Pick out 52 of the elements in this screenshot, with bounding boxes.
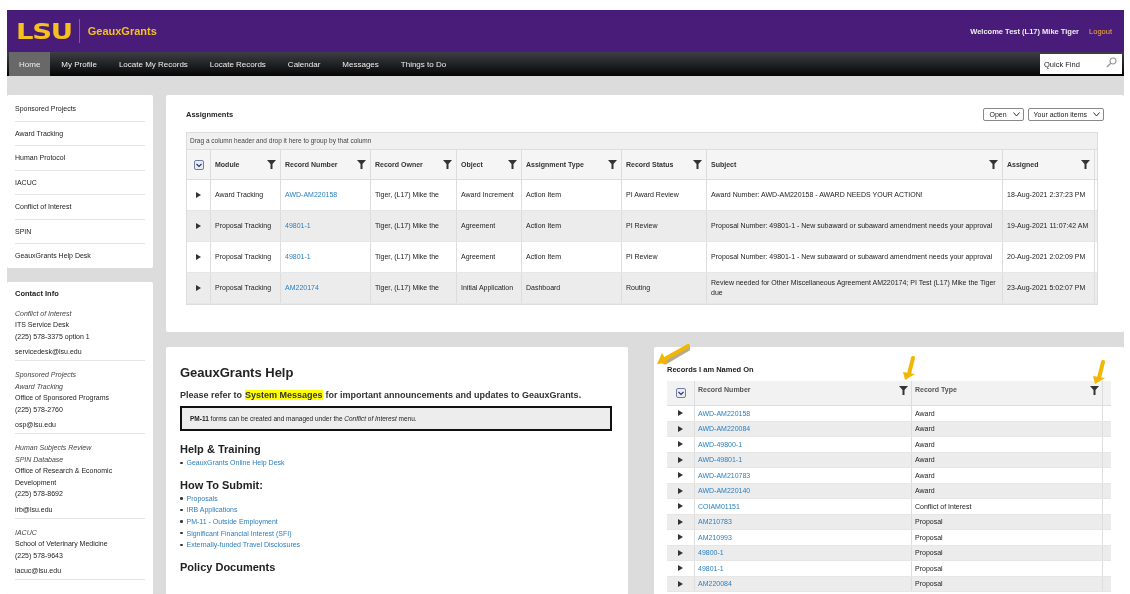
nav-tab[interactable]: Calendar — [276, 52, 332, 76]
filter-icon[interactable] — [989, 160, 998, 169]
arrow-icon — [654, 344, 690, 368]
expand-icon[interactable] — [678, 565, 683, 572]
filter-icon[interactable] — [1081, 160, 1090, 169]
nav-tab[interactable]: Things to Do — [389, 52, 458, 76]
expand-icon[interactable] — [678, 472, 683, 479]
filter-icon[interactable] — [693, 160, 702, 169]
filter-icon[interactable] — [899, 386, 908, 395]
expand-icon[interactable] — [678, 441, 683, 448]
filter-icon[interactable] — [267, 160, 276, 169]
expand-icon[interactable] — [678, 410, 683, 417]
expand-icon[interactable] — [678, 549, 683, 556]
help-title: GeauxGrants Help — [180, 365, 295, 380]
bullet-icon — [180, 497, 183, 500]
bullet-icon — [180, 508, 183, 512]
expand-icon[interactable] — [678, 503, 683, 510]
bullet-icon — [180, 531, 183, 535]
expand-icon[interactable] — [196, 285, 201, 291]
app-name: GeauxGrants — [87, 25, 157, 37]
filter-icon[interactable] — [443, 160, 452, 169]
expand-icon[interactable] — [678, 518, 683, 525]
caret-icon[interactable] — [1012, 112, 1020, 117]
expand-icon[interactable] — [678, 487, 683, 494]
filter-icon[interactable] — [608, 160, 617, 169]
filter-icon[interactable] — [508, 160, 517, 169]
bullet-icon — [180, 543, 183, 546]
expand-icon[interactable] — [678, 425, 683, 432]
bullet-icon — [180, 520, 183, 523]
expand-icon[interactable] — [196, 223, 201, 229]
column-menu-icon[interactable] — [193, 159, 204, 170]
expand-icon[interactable] — [678, 580, 683, 587]
nav-tab[interactable]: Messages — [331, 52, 390, 76]
column-menu-icon[interactable] — [675, 388, 686, 398]
logo: LSU — [16, 18, 72, 44]
nav-tab[interactable]: My Profile — [50, 52, 108, 76]
nav-tab[interactable]: Locate My Records — [107, 52, 199, 76]
bullet-icon — [180, 461, 183, 465]
section-heading: Policy Documents — [180, 560, 277, 573]
caret-icon[interactable] — [1093, 112, 1100, 117]
expand-icon[interactable] — [196, 192, 201, 198]
filter-icon[interactable] — [1090, 386, 1099, 395]
section-heading: Help & Training — [180, 443, 262, 455]
expand-icon[interactable] — [678, 534, 683, 541]
nav-tab[interactable]: Home — [9, 52, 51, 76]
expand-icon[interactable] — [196, 254, 201, 260]
filter-icon[interactable] — [357, 160, 366, 169]
search-icon[interactable] — [1106, 57, 1117, 68]
nav-tab[interactable]: Locate Records — [198, 52, 277, 76]
intro-text: Please refer to System Messages for important announcements and updates to GeauxGrants. — [180, 389, 583, 400]
section-heading: How To Submit: — [180, 478, 264, 491]
expand-icon[interactable] — [678, 456, 683, 463]
